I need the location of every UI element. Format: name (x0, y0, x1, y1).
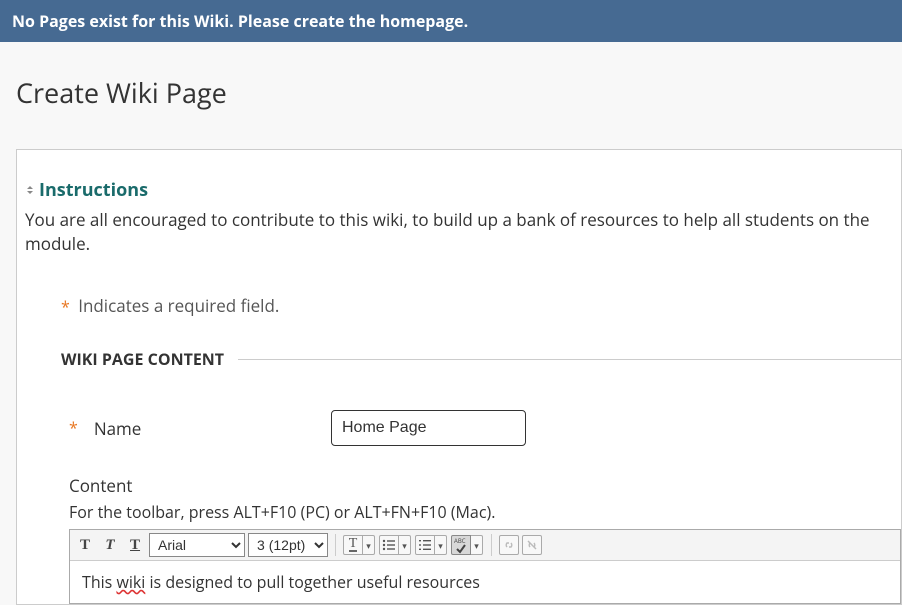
name-input[interactable] (331, 410, 526, 446)
toolbar-separator (335, 534, 336, 556)
fields-group: * Name Content For the toolbar, press AL… (61, 410, 901, 604)
instructions-body: You are all encouraged to contribute to … (17, 208, 901, 274)
name-label: Name (94, 417, 142, 440)
text-color-button[interactable]: T (343, 535, 363, 555)
bullet-list-dropdown[interactable]: ▾ (399, 535, 411, 555)
asterisk-icon: * (61, 296, 70, 318)
number-list-button[interactable] (415, 535, 435, 555)
divider (238, 359, 901, 360)
rich-text-editor: T T T Arial 3 (12pt) T ▾ (69, 529, 901, 604)
text-color-group: T ▾ (343, 535, 375, 555)
editor-text-spellerror: wiki (116, 571, 145, 593)
italic-button[interactable]: T (99, 533, 121, 557)
collapse-icon[interactable] (25, 185, 35, 195)
number-list-dropdown[interactable]: ▾ (435, 535, 447, 555)
required-text: Indicates a required field. (78, 294, 279, 317)
toolbar-separator (491, 534, 492, 556)
section-title: WIKI PAGE CONTENT (61, 348, 238, 370)
name-label-wrap: * Name (69, 417, 331, 440)
form-panel: * Indicates a required field. WIKI PAGE … (37, 274, 901, 604)
spellcheck-dropdown[interactable]: ▾ (471, 535, 483, 555)
font-family-select[interactable]: Arial (149, 533, 245, 557)
editor-content[interactable]: This wiki is designed to pull together u… (70, 561, 900, 603)
number-list-group: ▾ (415, 535, 447, 555)
bullet-list-button[interactable] (379, 535, 399, 555)
spellcheck-group: ABC ▾ (451, 535, 483, 555)
name-field-row: * Name (69, 410, 901, 446)
editor-toolbar: T T T Arial 3 (12pt) T ▾ (70, 530, 900, 561)
instructions-heading-row[interactable]: Instructions (17, 178, 901, 208)
bold-button[interactable]: T (74, 533, 96, 557)
underline-button[interactable]: T (124, 533, 146, 557)
link-button[interactable] (499, 535, 519, 555)
font-size-select[interactable]: 3 (12pt) (248, 533, 328, 557)
editor-text-suffix: is designed to pull together useful reso… (145, 571, 480, 593)
main-panel: Instructions You are all encouraged to c… (16, 149, 902, 605)
unlink-button[interactable] (522, 535, 542, 555)
toolbar-hint: For the toolbar, press ALT+F10 (PC) or A… (69, 501, 901, 523)
editor-text-prefix: This (82, 571, 116, 593)
asterisk-icon: * (69, 417, 78, 439)
notice-banner: No Pages exist for this Wiki. Please cre… (0, 0, 902, 42)
instructions-heading: Instructions (39, 178, 148, 202)
page-title: Create Wiki Page (0, 42, 902, 133)
notice-text: No Pages exist for this Wiki. Please cre… (12, 10, 468, 32)
section-header: WIKI PAGE CONTENT (61, 348, 901, 370)
text-color-dropdown[interactable]: ▾ (363, 535, 375, 555)
bullet-list-group: ▾ (379, 535, 411, 555)
spellcheck-button[interactable]: ABC (451, 535, 471, 555)
content-label: Content (69, 474, 901, 497)
required-indicator: * Indicates a required field. (61, 294, 901, 348)
